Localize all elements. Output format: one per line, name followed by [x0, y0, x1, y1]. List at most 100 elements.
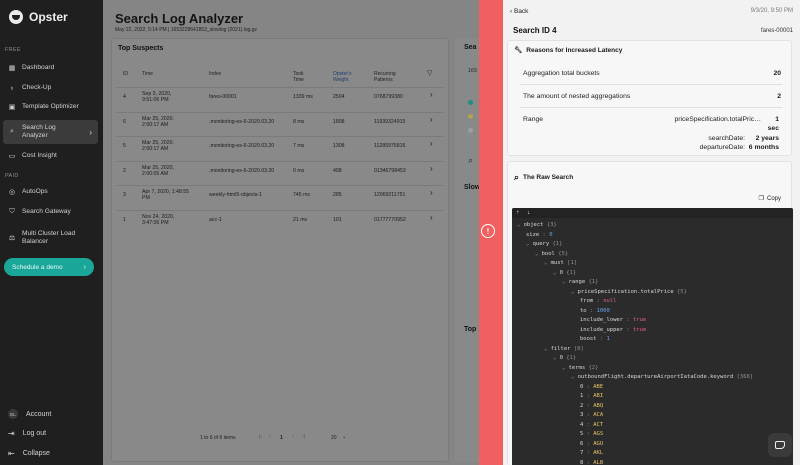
sidebar-item-autoops[interactable]: ◎ AutoOps: [3, 183, 98, 201]
json-line[interactable]: ⌄ terms {2}: [562, 365, 598, 371]
json-line[interactable]: ⌄ must [1]: [544, 260, 577, 266]
col-recurring-patterns[interactable]: Recurring Patterns: [374, 71, 404, 83]
prev-page-icon[interactable]: ‹: [269, 434, 271, 440]
filter-icon[interactable]: ▽: [427, 70, 432, 77]
expand-caret-icon[interactable]: ⌄: [562, 365, 569, 371]
json-colon: :: [583, 412, 594, 418]
brand-logo[interactable]: Opster: [9, 10, 68, 24]
json-line[interactable]: ⌄ object {3}: [517, 222, 557, 228]
logout-link[interactable]: ⇥ Log out: [8, 429, 46, 438]
schedule-demo-label: Schedule a demo: [12, 263, 63, 271]
raw-search-json-viewer[interactable]: ⇡ ⇣ ⌄ object {3} size : 0 ⌄ query {1} ⌄ boo…: [512, 208, 793, 465]
json-key: object: [523, 222, 544, 228]
col-id[interactable]: ID: [123, 71, 128, 77]
sidebar-item-dashboard[interactable]: ▦ Dashboard: [3, 59, 98, 77]
sidebar-item-multi-cluster-load-balancer[interactable]: ⚖ Multi Cluster Load Balancer: [3, 227, 98, 249]
cell-weight: 2504: [333, 94, 345, 100]
alert-icon[interactable]: !: [481, 224, 495, 238]
json-literal: true: [632, 326, 647, 333]
chevron-right-icon[interactable]: ›: [430, 140, 433, 148]
shield-icon: ⛉: [9, 208, 15, 215]
card-title: 🔧︎ Reasons for Increased Latency: [514, 46, 622, 55]
next-page-icon[interactable]: ›: [292, 434, 294, 440]
chevron-right-icon[interactable]: ›: [430, 115, 433, 123]
cell-weight: 408: [333, 167, 342, 174]
expand-all-icon[interactable]: ⇡: [516, 209, 520, 216]
chat-support-button[interactable]: [768, 433, 792, 457]
collapse-all-icon[interactable]: ⇣: [527, 209, 531, 216]
json-line[interactable]: ⌄ priceSpecification.totalPrice {5}: [571, 289, 687, 295]
expand-caret-icon[interactable]: ⌄: [517, 222, 524, 228]
expand-caret-icon[interactable]: ⌄: [553, 355, 560, 361]
strip-number: 165: [468, 68, 478, 74]
search-icon[interactable]: ⌕: [468, 155, 473, 166]
json-colon: :: [623, 326, 633, 333]
expand-caret-icon[interactable]: ⌄: [571, 289, 578, 295]
free-section-label: FREE: [5, 47, 21, 53]
expand-caret-icon[interactable]: ⌄: [571, 374, 578, 380]
table-row[interactable]: 5 Mar 25, 2020, 2:00:17 AM .monitoring-es-…: [116, 136, 444, 156]
cell-time: Mar 25, 2020, 2:00:05 AM: [142, 164, 175, 177]
chevron-right-icon[interactable]: ›: [430, 189, 433, 197]
expand-caret-icon[interactable]: ⌄: [562, 279, 569, 285]
col-time[interactable]: Time: [142, 71, 153, 77]
json-line: from : null: [580, 298, 616, 304]
json-number: 1: [606, 336, 610, 342]
json-key: outboundFlight.departureAirportIataCode.…: [577, 374, 734, 380]
sidebar-item-check-up[interactable]: ♁ Check-Up: [3, 79, 98, 97]
search-date: 9/3/20, 9:50 PM: [750, 8, 793, 14]
sidebar-item-search-gateway[interactable]: ⛉ Search Gateway: [3, 203, 98, 221]
sidebar-item-label: Cost Insight: [22, 152, 57, 159]
expand-caret-icon[interactable]: ⌄: [544, 260, 551, 266]
json-line: size : 0: [526, 232, 553, 238]
json-line[interactable]: ⌄ query {1}: [526, 241, 562, 247]
json-line[interactable]: ⌄ filter [8]: [544, 346, 584, 352]
chevron-right-icon: ›: [89, 127, 92, 137]
sidebar: Opster FREE ▦ Dashboard ♁ Check-Up ▣ Tem…: [0, 0, 103, 465]
table-row[interactable]: 2 Mar 25, 2020, 2:00:05 AM .monitoring-es-…: [116, 160, 444, 181]
chevron-right-icon[interactable]: ›: [430, 91, 433, 99]
json-line: 0 : ABE: [580, 384, 603, 390]
account-link[interactable]: EL Account: [8, 409, 51, 419]
sidebar-item-cost-insight[interactable]: ▭ Cost Insight: [3, 147, 98, 165]
chevron-right-icon: ›: [83, 263, 86, 271]
json-line[interactable]: ⌄ outboundFlight.departureAirportIataCod…: [571, 374, 753, 380]
table-row[interactable]: 1 Nov 24, 2020, 3:47:06 PM acc-1 21 ms 101 01…: [116, 209, 444, 230]
sidebar-item-template-optimizer[interactable]: ▣ Template Optimizer: [3, 98, 98, 116]
cell-index: weekly-html5-objects-1: [209, 192, 263, 198]
json-line[interactable]: ⌄ range {1}: [562, 279, 598, 285]
table-row[interactable]: 4 Sep 3, 2020, 9:51:06 PM fares-00001 1339 …: [116, 87, 444, 107]
json-line[interactable]: ⌄ 0 {1}: [553, 355, 576, 361]
table-row[interactable]: 3 Apr 7, 2020, 1:48:55 PM weekly-html5-obj…: [116, 185, 444, 205]
first-page-icon[interactable]: |‹: [259, 434, 262, 440]
expand-caret-icon[interactable]: ⌄: [535, 251, 542, 257]
divider: [520, 84, 782, 85]
expand-caret-icon[interactable]: ⌄: [553, 270, 560, 276]
current-page[interactable]: 1: [280, 435, 283, 441]
copy-button[interactable]: ❐ Copy: [759, 195, 781, 203]
table-row[interactable]: 6 Mar 25, 2020, 2:00:17 AM .monitoring-es-…: [116, 111, 444, 132]
col-took-time[interactable]: Took Time: [293, 71, 315, 83]
expand-caret-icon[interactable]: ⌄: [544, 346, 551, 352]
last-page-icon[interactable]: ›|: [302, 434, 305, 440]
json-count: {2}: [588, 364, 599, 371]
page-size-select[interactable]: 20: [331, 435, 337, 441]
account-label: Account: [26, 410, 52, 418]
sidebar-item-label: Search Gateway: [22, 208, 71, 215]
chevron-down-icon[interactable]: ⌄: [342, 434, 346, 440]
page-title: Search Log Analyzer: [115, 11, 244, 26]
expand-caret-icon[interactable]: ⌄: [526, 241, 533, 247]
reason-row: The amount of nested aggregations 2: [523, 93, 781, 100]
chevron-right-icon[interactable]: ›: [430, 164, 433, 172]
col-opster-weight[interactable]: Opster's Weight: [333, 71, 361, 83]
cell-id: 3: [123, 192, 126, 198]
collapse-link[interactable]: ⇤ Collapse: [8, 449, 50, 458]
schedule-demo-button[interactable]: Schedule a demo ›: [4, 258, 94, 276]
sidebar-item-search-log-analyzer[interactable]: ⌕ Search Log Analyzer ›: [3, 120, 98, 144]
col-index[interactable]: Index: [209, 71, 221, 77]
chevron-right-icon[interactable]: ›: [430, 213, 433, 221]
json-line[interactable]: ⌄ bool {5}: [535, 251, 568, 257]
cell-patterns: 12069211751: [374, 192, 406, 198]
json-line[interactable]: ⌄ 0 {1}: [553, 270, 576, 276]
back-button[interactable]: ‹ Back: [510, 8, 528, 15]
